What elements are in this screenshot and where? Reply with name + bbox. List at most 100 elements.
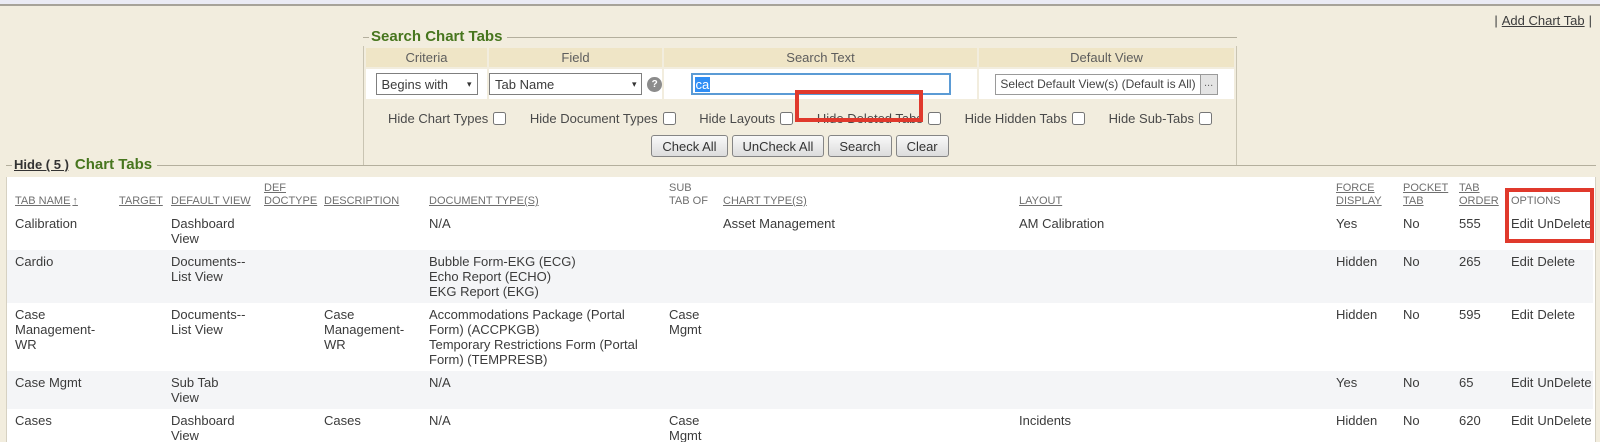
chart-tabs-title: Chart Tabs: [75, 156, 152, 174]
legend-line: [157, 165, 1596, 166]
col-header-default-view[interactable]: DEFAULT VIEW: [165, 177, 258, 212]
tab-name-header-label: TAB NAME: [15, 195, 70, 207]
add-chart-tab-link[interactable]: Add Chart Tab: [1502, 13, 1585, 28]
search-buttons-row: Check All UnCheck All Search Clear: [366, 135, 1234, 157]
delete-link[interactable]: Delete: [1537, 307, 1575, 322]
col-header-target[interactable]: TARGET: [113, 177, 165, 212]
table-header-row: TAB NAME↑ TARGET DEFAULT VIEW DEF DOCTYP…: [7, 177, 1593, 212]
col-header-chart-types[interactable]: CHART TYPE(S): [717, 177, 1013, 212]
cell-tab-name: Cases: [7, 409, 113, 442]
cell-def-doctype: [258, 409, 318, 442]
cell-tab-name: Cardio: [7, 250, 113, 303]
chart-tabs-legend: Hide ( 5 ) Chart Tabs: [6, 156, 1596, 174]
hide-layouts-item: Hide Layouts: [699, 111, 793, 126]
search-button[interactable]: Search: [828, 135, 891, 157]
cell-tab-name: Calibration: [7, 212, 113, 250]
table-row: Case Management- WR Documents-- List Vie…: [7, 303, 1593, 371]
col-header-tab-order[interactable]: TAB ORDER: [1453, 177, 1505, 212]
undelete-link[interactable]: UnDelete: [1537, 216, 1591, 231]
field-select[interactable]: Tab Name ▾: [489, 73, 642, 95]
search-input[interactable]: ca: [691, 73, 951, 95]
hide-sub-tabs-checkbox[interactable]: [1199, 112, 1212, 125]
cell-tab-order: 65: [1453, 371, 1505, 409]
uncheck-all-button[interactable]: UnCheck All: [732, 135, 825, 157]
hide-document-types-item: Hide Document Types: [530, 111, 676, 126]
cell-sub-tab-of: Case Mgmt: [663, 303, 717, 371]
cell-options: Edit UnDelete: [1505, 371, 1593, 409]
table-row: Cardio Documents-- List View Bubble Form…: [7, 250, 1593, 303]
cell-layout: [1013, 371, 1330, 409]
edit-link[interactable]: Edit: [1511, 216, 1533, 231]
hide-layouts-checkbox[interactable]: [780, 112, 793, 125]
page: { "page": { "separator_left": "|", "add_…: [0, 0, 1600, 442]
search-chart-tabs-panel: Search Chart Tabs Criteria Field Search …: [363, 28, 1237, 166]
chart-tabs-section: Hide ( 5 ) Chart Tabs TAB NAME↑ TARGET D…: [6, 156, 1596, 442]
check-all-button[interactable]: Check All: [651, 135, 727, 157]
cell-default-view: Documents-- List View: [165, 303, 258, 371]
hide-count-link[interactable]: Hide ( 5 ): [14, 156, 69, 174]
col-header-document-types[interactable]: DOCUMENT TYPE(S): [423, 177, 663, 212]
chevron-down-icon: ▾: [632, 79, 637, 90]
cell-options: Edit Delete: [1505, 303, 1593, 371]
chart-tabs-title-wrap: Hide ( 5 ) Chart Tabs: [12, 156, 157, 174]
search-panel-legend: Search Chart Tabs: [363, 28, 1237, 46]
cell-sub-tab-of: [663, 212, 717, 250]
criteria-select[interactable]: Begins with ▾: [376, 73, 478, 95]
cell-document-types: N/A: [423, 371, 663, 409]
hide-hidden-tabs-checkbox[interactable]: [1072, 112, 1085, 125]
col-header-tab-name[interactable]: TAB NAME↑: [7, 177, 113, 212]
cell-tab-name: Case Management- WR: [7, 303, 113, 371]
cell-chart-types: [717, 250, 1013, 303]
hide-document-types-checkbox[interactable]: [663, 112, 676, 125]
field-selected-value: Tab Name: [495, 77, 554, 92]
cell-chart-types: Asset Management: [717, 212, 1013, 250]
hide-sub-tabs-label: Hide Sub-Tabs: [1109, 111, 1194, 126]
hide-sub-tabs-item: Hide Sub-Tabs: [1109, 111, 1212, 126]
cell-tab-order: 620: [1453, 409, 1505, 442]
cell-default-view: Dashboard View: [165, 409, 258, 442]
default-view-picker[interactable]: Select Default View(s) (Default is All) …: [995, 74, 1217, 95]
edit-link[interactable]: Edit: [1511, 375, 1533, 390]
search-panel-title: Search Chart Tabs: [369, 28, 507, 46]
clear-button[interactable]: Clear: [896, 135, 949, 157]
col-header-pocket-tab[interactable]: POCKET TAB: [1397, 177, 1453, 212]
hide-chart-types-label: Hide Chart Types: [388, 111, 488, 126]
ellipsis-button[interactable]: ...: [1200, 75, 1217, 94]
cell-tab-name: Case Mgmt: [7, 371, 113, 409]
hide-deleted-tabs-label: Hide Deleted Tabs: [817, 111, 923, 126]
edit-link[interactable]: Edit: [1511, 413, 1533, 428]
hide-hidden-tabs-item: Hide Hidden Tabs: [965, 111, 1085, 126]
cell-default-view: Documents-- List View: [165, 250, 258, 303]
cell-tab-order: 595: [1453, 303, 1505, 371]
col-header-sub-tab-of: SUB TAB OF: [663, 177, 717, 212]
cell-chart-types: [717, 409, 1013, 442]
table-row: Calibration Dashboard View N/A Asset Man…: [7, 212, 1593, 250]
col-header-description[interactable]: DESCRIPTION: [318, 177, 423, 212]
cell-layout: [1013, 250, 1330, 303]
hide-deleted-tabs-checkbox[interactable]: [928, 112, 941, 125]
cell-def-doctype: [258, 250, 318, 303]
hide-chart-types-checkbox[interactable]: [493, 112, 506, 125]
edit-link[interactable]: Edit: [1511, 254, 1533, 269]
hide-hidden-tabs-label: Hide Hidden Tabs: [965, 111, 1067, 126]
cell-document-types: N/A: [423, 212, 663, 250]
col-header-layout[interactable]: LAYOUT: [1013, 177, 1330, 212]
col-header-force-display[interactable]: FORCE DISPLAY: [1330, 177, 1397, 212]
cell-document-types: N/A: [423, 409, 663, 442]
legend-line: [507, 37, 1237, 38]
cell-def-doctype: [258, 303, 318, 371]
cell-force-display: Yes: [1330, 371, 1397, 409]
cell-target: [113, 409, 165, 442]
top-divider: [0, 4, 1600, 6]
cell-sub-tab-of: Case Mgmt: [663, 409, 717, 442]
cell-force-display: Hidden: [1330, 409, 1397, 442]
delete-link[interactable]: Delete: [1537, 254, 1575, 269]
edit-link[interactable]: Edit: [1511, 307, 1533, 322]
col-header-options: OPTIONS: [1505, 177, 1593, 212]
cell-tab-order: 265: [1453, 250, 1505, 303]
chart-tabs-table-wrap: TAB NAME↑ TARGET DEFAULT VIEW DEF DOCTYP…: [6, 177, 1596, 442]
undelete-link[interactable]: UnDelete: [1537, 413, 1591, 428]
col-header-def-doctype[interactable]: DEF DOCTYPE: [258, 177, 318, 212]
help-icon[interactable]: ?: [647, 77, 662, 92]
undelete-link[interactable]: UnDelete: [1537, 375, 1591, 390]
